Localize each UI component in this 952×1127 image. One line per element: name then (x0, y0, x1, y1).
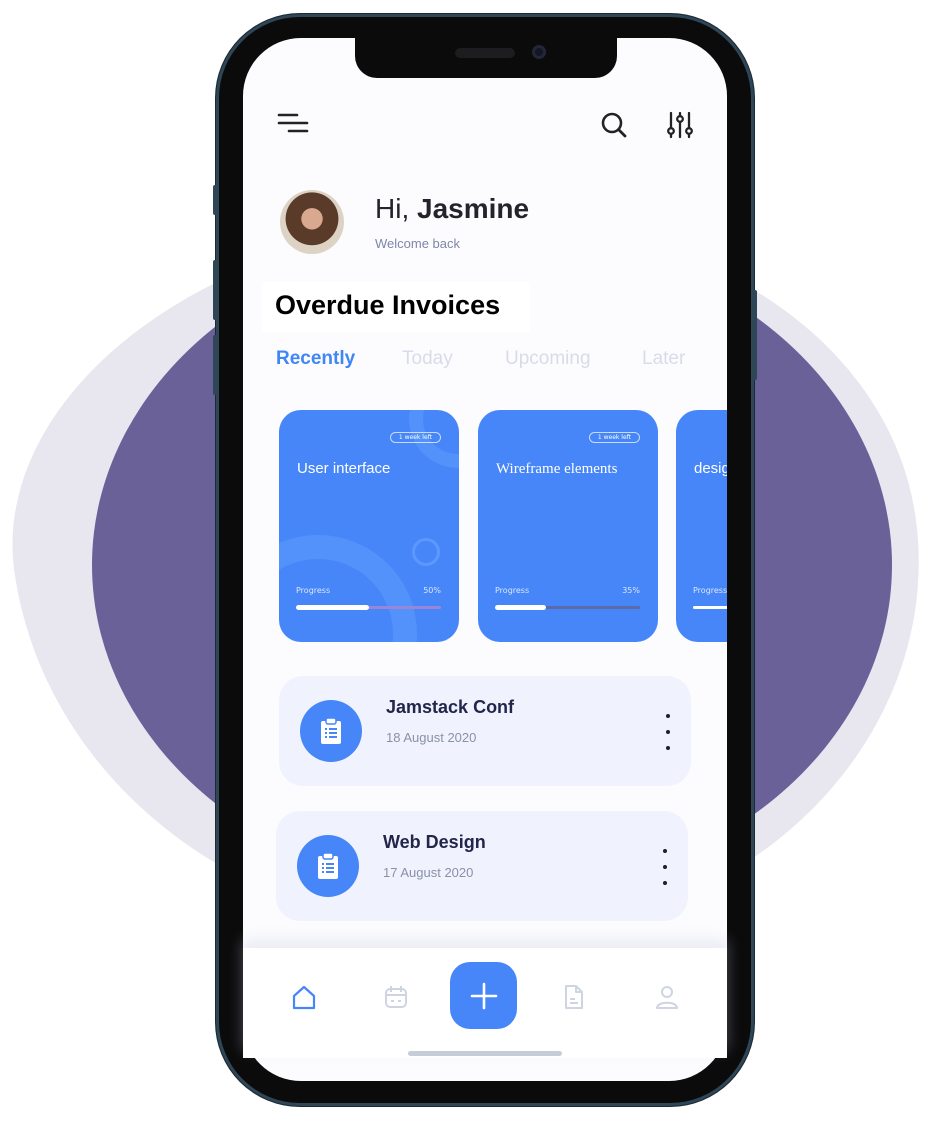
list-item-title: Jamstack Conf (386, 697, 515, 717)
tab-later[interactable]: Later (642, 348, 685, 370)
progress-bar (693, 606, 727, 609)
user-name: Jasmine (417, 193, 530, 224)
hamburger-menu-icon[interactable] (276, 110, 312, 138)
phone-power-button (753, 290, 757, 380)
card-clip: design Landing Progress (676, 410, 727, 642)
tab-today[interactable]: Today (402, 348, 453, 370)
plus-icon (470, 982, 497, 1009)
list-item-title: Web Design (383, 832, 486, 852)
phone-volume-down (213, 335, 217, 395)
tab-recently[interactable]: Recently (276, 348, 355, 370)
progress-value: 35% (622, 586, 640, 595)
phone-camera (532, 45, 546, 59)
project-card[interactable]: 1 week left User interface Progress 50% (279, 410, 459, 642)
greeting: Hi, Jasmine (375, 193, 529, 225)
list-item-date: 17 August 2020 (383, 865, 474, 880)
progress-label: Progress (296, 586, 331, 595)
avatar[interactable] (280, 190, 344, 254)
list-item-date: 18 August 2020 (386, 730, 477, 745)
more-options-icon[interactable] (663, 714, 673, 750)
list-item[interactable]: Jamstack Conf 18 August 2020 (279, 676, 691, 786)
progress-fill (296, 605, 369, 610)
phone-mute-switch (213, 185, 217, 215)
card-title: design Landing (694, 460, 727, 477)
clipboard-icon (297, 835, 359, 897)
add-button[interactable] (450, 962, 517, 1029)
list-item[interactable]: Web Design 17 August 2020 (276, 811, 688, 921)
home-indicator[interactable] (408, 1051, 562, 1056)
card-title: User interface (297, 460, 391, 477)
tab-upcoming[interactable]: Upcoming (505, 348, 591, 370)
card-title: Wireframe elements (496, 461, 618, 477)
progress-value: 50% (423, 586, 441, 595)
deadline-badge: 1 week left (389, 432, 441, 443)
home-icon[interactable] (290, 983, 318, 1011)
phone-notch (355, 38, 617, 78)
section-title: Overdue Invoices (275, 290, 501, 320)
search-icon[interactable] (598, 110, 630, 140)
calendar-icon[interactable] (382, 983, 410, 1011)
clipboard-icon (300, 700, 362, 762)
phone-volume-up (213, 260, 217, 320)
more-options-icon[interactable] (660, 849, 670, 885)
progress-label: Progress (495, 586, 530, 595)
project-card[interactable]: 1 week left Wireframe elements Progress … (478, 410, 658, 642)
user-icon[interactable] (653, 983, 681, 1011)
deadline-badge: 1 week left (588, 432, 640, 443)
progress-bar (495, 605, 640, 610)
progress-bar (296, 605, 441, 610)
greeting-prefix: Hi, (375, 193, 417, 224)
progress-fill (495, 605, 546, 610)
welcome-subtitle: Welcome back (375, 236, 461, 251)
phone-speaker (455, 48, 515, 58)
progress-label: Progress (693, 586, 727, 595)
card-decoration (412, 538, 440, 566)
sliders-icon[interactable] (664, 110, 696, 140)
document-icon[interactable] (560, 983, 588, 1011)
project-card[interactable]: design Landing Progress (676, 410, 727, 642)
